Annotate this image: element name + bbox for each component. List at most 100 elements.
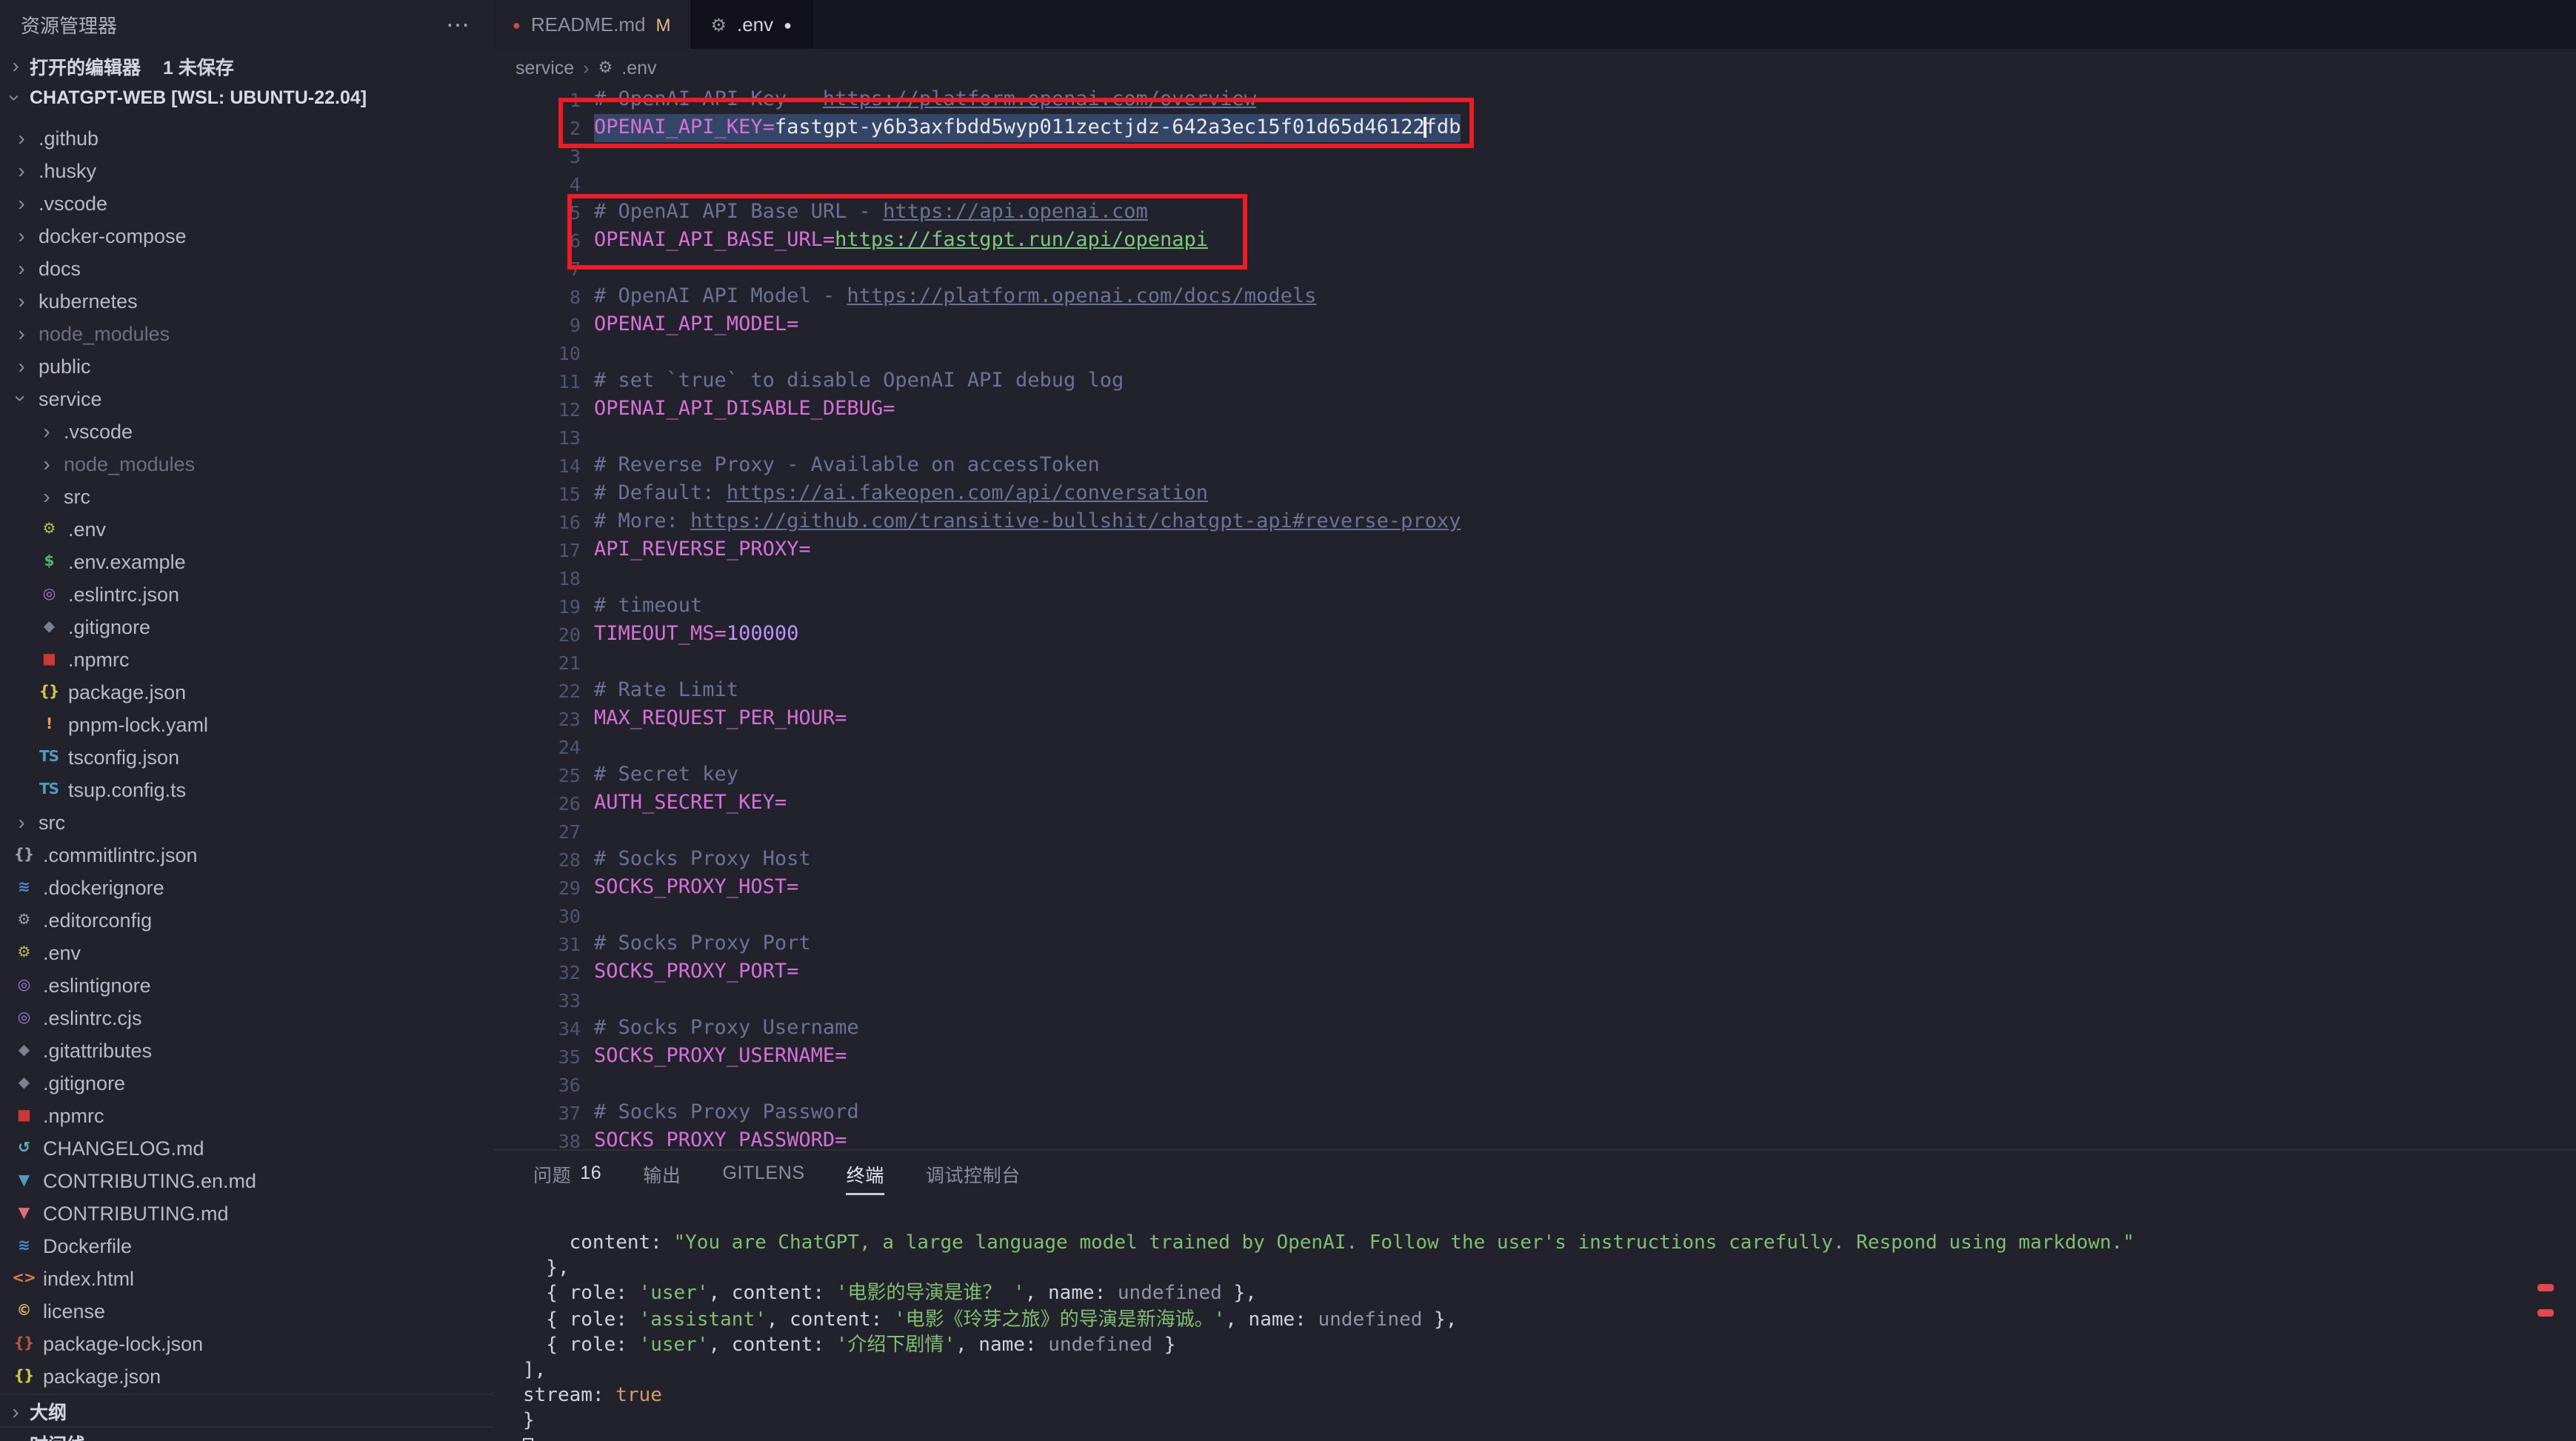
- terminal-line: },: [523, 1256, 2532, 1281]
- tree-file-tsconfig.json[interactable]: TStsconfig.json: [0, 740, 493, 773]
- terminal-token: },: [1222, 1283, 1257, 1305]
- tree-folder-src[interactable]: ›src: [0, 806, 493, 838]
- panel-tab-gitlens[interactable]: GITLENS: [722, 1151, 804, 1195]
- tree-folder-node_modules[interactable]: › node_modules: [0, 317, 493, 350]
- terminal-token: { role:: [523, 1334, 639, 1357]
- tab-readme[interactable]: ● README.md M: [493, 0, 691, 49]
- breadcrumb-service[interactable]: service: [515, 57, 574, 78]
- code-line: 21: [493, 649, 2576, 677]
- explorer-sidebar: 资源管理器 ⋯ › 打开的编辑器 1 未保存 › CHATGPT-WEB [WS…: [0, 0, 493, 1441]
- tree-folder-.vscode[interactable]: ›.vscode: [0, 415, 493, 447]
- tree-item-label: CONTRIBUTING.en.md: [43, 1169, 256, 1191]
- code-line: 35SOCKS_PROXY_USERNAME=: [493, 1043, 2576, 1071]
- tree-item-label: license: [43, 1300, 105, 1322]
- line-number: 34: [493, 1014, 581, 1043]
- terminal-line: content: "You are ChatGPT, a large langu…: [523, 1231, 2532, 1256]
- tree-file-.dockerignore[interactable]: ≋ .dockerignore: [0, 871, 493, 903]
- tree-item-label: docs: [39, 257, 81, 279]
- tree-item-label: node_modules: [39, 322, 170, 344]
- tree-file-.editorconfig[interactable]: ⚙.editorconfig: [0, 903, 493, 936]
- panel-tab-problems[interactable]: 问题16: [533, 1151, 601, 1195]
- tree-file-index.html[interactable]: <>index.html: [0, 1262, 493, 1294]
- unsaved-count-badge: 1 未保存: [163, 51, 234, 79]
- code-token: # set `true` to disable OpenAI API debug…: [594, 369, 1124, 392]
- tree-folder-docker-compose[interactable]: ›docker-compose: [0, 219, 493, 252]
- tree-file-.eslintrc.json[interactable]: ◎.eslintrc.json: [0, 578, 493, 610]
- panel-tab-output[interactable]: 输出: [643, 1151, 681, 1195]
- tree-folder-kubernetes[interactable]: ›kubernetes: [0, 284, 493, 317]
- line-number: 35: [493, 1043, 581, 1071]
- tree-file-.env[interactable]: ⚙.env: [0, 936, 493, 969]
- tree-folder-service[interactable]: ›service: [0, 382, 493, 415]
- docker-icon: ≋: [12, 879, 36, 895]
- tab-env[interactable]: ⚙ .env ●: [691, 0, 812, 49]
- tree-item-label: service: [39, 387, 102, 409]
- tree-folder-src[interactable]: ›src: [0, 480, 493, 512]
- outline-header[interactable]: › 大纲: [0, 1394, 493, 1426]
- code-line: 3: [493, 142, 2576, 170]
- tree-file-.gitattributes[interactable]: ◆.gitattributes: [0, 1034, 493, 1066]
- tree-file-package.json[interactable]: {}package.json: [0, 675, 493, 708]
- tree-folder-node_modules[interactable]: ›node_modules: [0, 447, 493, 480]
- json-icon: {}: [37, 683, 61, 700]
- tree-file-.gitignore[interactable]: ◆.gitignore: [0, 610, 493, 643]
- tree-file-.gitignore[interactable]: ◆.gitignore: [0, 1066, 493, 1099]
- workspace-root-header[interactable]: › CHATGPT-WEB [WSL: UBUNTU-22.04]: [0, 81, 493, 114]
- code-text: # Reverse Proxy - Available on accessTok…: [594, 452, 1100, 480]
- tree-file-CHANGELOG.md[interactable]: ↺CHANGELOG.md: [0, 1131, 493, 1164]
- tree-file-package-lock.json[interactable]: {}package-lock.json: [0, 1327, 493, 1360]
- editor-content[interactable]: 1# OpenAI API Key - https://platform.ope…: [493, 86, 2576, 1149]
- tree-file-.eslintignore[interactable]: ◎.eslintignore: [0, 969, 493, 1001]
- tree-file-Dockerfile[interactable]: ≋Dockerfile: [0, 1229, 493, 1262]
- terminal-token: true: [615, 1385, 662, 1407]
- tree-file-CONTRIBUTING.en.md[interactable]: ▼CONTRIBUTING.en.md: [0, 1164, 493, 1197]
- tree-file-package.json[interactable]: {}package.json: [0, 1360, 493, 1392]
- code-token: https://ai.fakeopen.com/api/conversation: [727, 481, 1208, 505]
- tree-folder-public[interactable]: ›public: [0, 350, 493, 382]
- chevron-right-icon: ›: [6, 53, 25, 77]
- tree-file-.npmrc[interactable]: ■.npmrc: [0, 1099, 493, 1131]
- breadcrumb-env[interactable]: .env: [621, 57, 656, 78]
- code-line: 30: [493, 902, 2576, 930]
- code-line: 36: [493, 1071, 2576, 1099]
- line-number: 30: [493, 902, 581, 930]
- tree-file-CONTRIBUTING.md[interactable]: ▼CONTRIBUTING.md: [0, 1197, 493, 1229]
- code-token: SOCKS_PROXY_HOST=: [594, 875, 798, 899]
- tree-file-.npmrc[interactable]: ■.npmrc: [0, 643, 493, 675]
- code-text: # Socks Proxy Host: [594, 846, 811, 874]
- tree-folder-.husky[interactable]: ›.husky: [0, 154, 493, 187]
- tree-folder-docs[interactable]: ›docs: [0, 252, 493, 284]
- chevron-right-icon: ›: [12, 224, 31, 247]
- code-token: # Reverse Proxy - Available on accessTok…: [594, 453, 1100, 477]
- bottom-panel: 问题16 输出 GITLENS 终端调试控制台 content: "You are C…: [493, 1149, 2576, 1441]
- tree-item-label: .dockerignore: [43, 876, 164, 898]
- code-line: 26AUTH_SECRET_KEY=: [493, 789, 2576, 818]
- chevron-right-icon: ›: [12, 321, 31, 345]
- more-actions-icon[interactable]: ⋯: [446, 10, 470, 39]
- tree-file-.env[interactable]: ⚙.env: [0, 512, 493, 545]
- tree-item-label: .commitlintrc.json: [43, 843, 198, 866]
- html-icon: <>: [12, 1270, 36, 1286]
- tree-file-.env.example[interactable]: $.env.example: [0, 545, 493, 578]
- timeline-header[interactable]: › 时间线: [0, 1426, 493, 1441]
- terminal[interactable]: content: "You are ChatGPT, a large langu…: [523, 1231, 2532, 1441]
- panel-tab-debug-console[interactable]: 调试控制台: [926, 1151, 1021, 1195]
- line-number: 17: [493, 536, 581, 564]
- tree-file-.commitlintrc.json[interactable]: {}.commitlintrc.json: [0, 838, 493, 871]
- tree-file-license[interactable]: ©license: [0, 1294, 493, 1327]
- open-editors-header[interactable]: › 打开的编辑器 1 未保存: [0, 49, 493, 81]
- tree-file-.eslintrc.cjs[interactable]: ◎.eslintrc.cjs: [0, 1001, 493, 1034]
- code-text: # Rate Limit: [594, 677, 738, 705]
- panel-tab-terminal[interactable]: 终端: [847, 1151, 884, 1195]
- code-token: https://platform.openai.com/overview: [823, 87, 1256, 111]
- tree-file-pnpm-lock.yaml[interactable]: !pnpm-lock.yaml: [0, 708, 493, 740]
- terminal-token: '介绍下剧情': [836, 1334, 955, 1357]
- tree-item-label: .npmrc: [68, 648, 130, 670]
- tree-file-tsup.config.ts[interactable]: TStsup.config.ts: [0, 773, 493, 806]
- tree-folder-.github[interactable]: ›.github: [0, 121, 493, 154]
- code-token: # Rate Limit: [594, 678, 738, 702]
- tree-folder-.vscode[interactable]: ›.vscode: [0, 187, 493, 219]
- code-line: 16# More: https://github.com/transitive-…: [493, 508, 2576, 536]
- terminal-token: ],: [523, 1360, 546, 1382]
- line-number: 2: [493, 114, 581, 142]
